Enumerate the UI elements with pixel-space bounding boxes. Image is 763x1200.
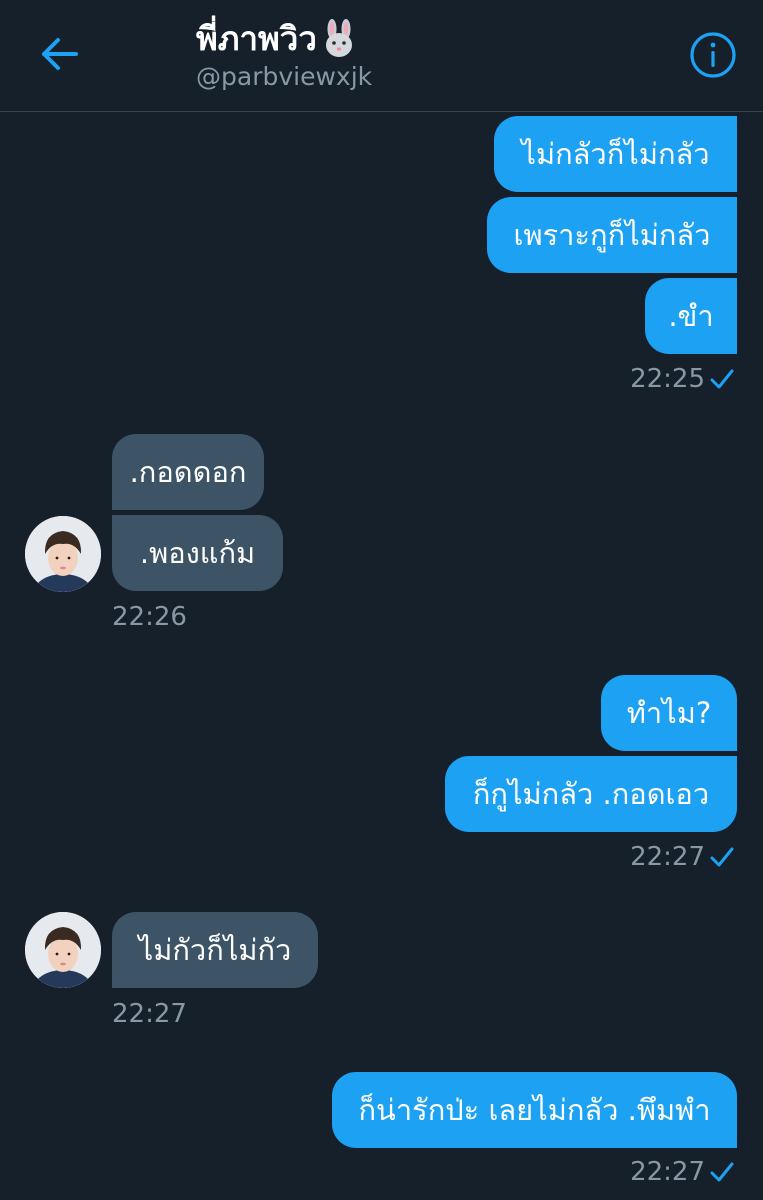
contact-handle: @parbviewxjk xyxy=(196,62,373,91)
message-bubble-sent[interactable]: เพราะกูก็ไม่กลัว xyxy=(487,197,737,273)
contact-avatar[interactable] xyxy=(25,516,101,592)
sent-check-icon xyxy=(710,1162,734,1182)
message-timestamp: 22:27 xyxy=(112,999,187,1029)
message-timestamp: 22:27 xyxy=(630,1157,705,1187)
conversation-title-block[interactable]: พี่ภาพวิว @parbviewxjk xyxy=(196,18,372,92)
sent-check-icon xyxy=(710,847,734,867)
contact-name: พี่ภาพวิว xyxy=(196,19,317,58)
rabbit-face-icon xyxy=(325,19,352,57)
message-bubble-sent[interactable]: ทำไม? xyxy=(601,675,737,751)
contact-avatar[interactable] xyxy=(25,912,101,988)
conversation-header: พี่ภาพวิว @parbviewxjk xyxy=(0,0,763,112)
sent-check-icon xyxy=(710,369,734,389)
message-bubble-received[interactable]: .พองแก้ม xyxy=(112,515,283,591)
message-bubble-sent[interactable]: ก็กูไม่กลัว .กอดเอว xyxy=(445,756,737,832)
message-bubble-received[interactable]: .กอดดอก xyxy=(112,434,264,510)
message-bubble-received[interactable]: ไม่กัวก็ไม่กัว xyxy=(112,912,318,988)
message-timestamp: 22:25 xyxy=(630,364,705,394)
info-icon[interactable] xyxy=(689,31,737,79)
message-timestamp: 22:27 xyxy=(630,842,705,872)
message-timestamp: 22:26 xyxy=(112,602,187,632)
message-bubble-sent[interactable]: ไม่กลัวก็ไม่กลัว xyxy=(494,116,737,192)
message-bubble-sent[interactable]: ก็น่ารักป่ะ เลยไม่กลัว .พึมพำ xyxy=(332,1072,737,1148)
message-bubble-sent[interactable]: .ขำ xyxy=(645,278,737,354)
back-arrow-icon[interactable] xyxy=(34,34,84,74)
